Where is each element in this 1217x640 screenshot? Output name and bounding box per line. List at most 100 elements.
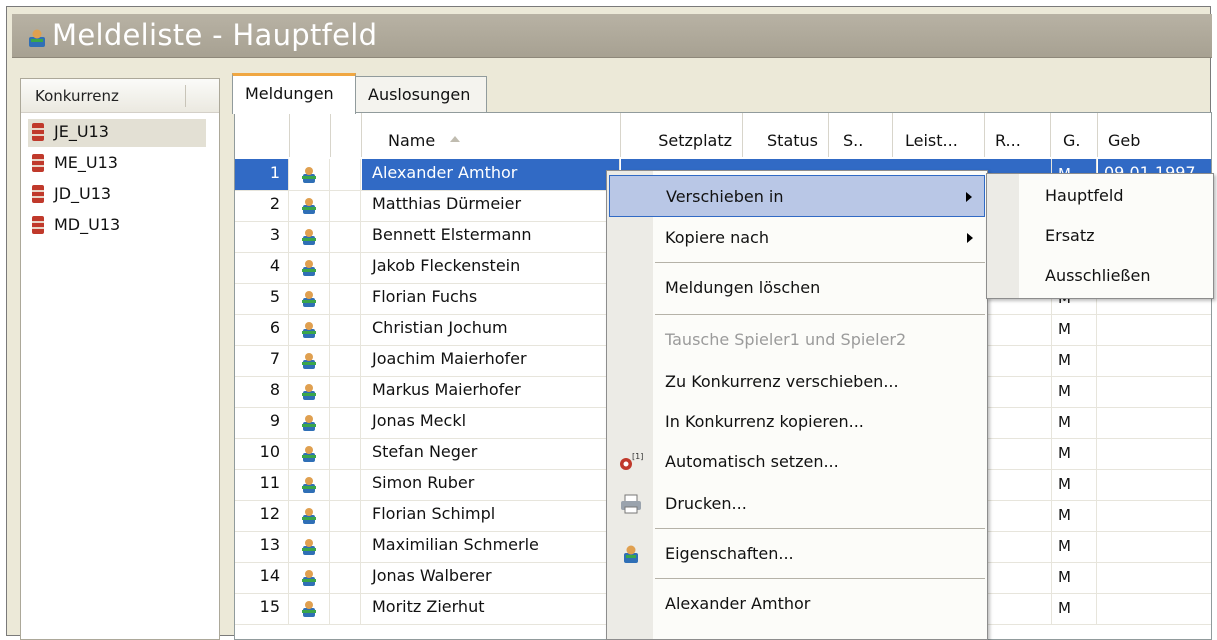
row-number: 7 [235,345,289,376]
konkurrenz-item-md-u13[interactable]: MD_U13 [28,212,206,240]
tab-meldungen[interactable]: Meldungen [232,73,356,114]
player-name: Jonas Meckl [362,407,620,438]
row-blank-cell [331,531,361,562]
submenu-item-ersatz[interactable]: Ersatz [989,217,1211,255]
player-name: Florian Fuchs [362,283,620,314]
konkurrenz-item-label: JE_U13 [54,122,109,141]
column-header-name[interactable]: Name [362,113,621,157]
menu-item-drucken[interactable]: Drucken... [609,483,985,525]
row-icon-cell [290,283,330,314]
column-header-leist[interactable]: Leist... [893,113,985,157]
konkurrenz-item-je-u13[interactable]: JE_U13 [28,119,206,147]
birthdate-cell [1098,314,1211,345]
row-number: 3 [235,221,289,252]
konkurrenz-header[interactable]: Konkurrenz [21,79,219,113]
player-name: Simon Ruber [362,469,620,500]
title-bar: Meldeliste - Hauptfeld [12,14,1212,58]
konkurrenz-item-jd-u13[interactable]: JD_U13 [28,181,206,209]
player-icon [302,446,316,462]
gender-cell: M [1051,500,1097,531]
row-number: 14 [235,562,289,593]
row-blank-cell [331,190,361,221]
sort-ascending-icon [450,136,460,142]
menu-item-in-konkurrenz-kopieren[interactable]: In Konkurrenz kopieren... [609,401,985,443]
row-icon-cell [290,314,330,345]
menu-item-verschieben-in[interactable]: Verschieben in [609,175,985,217]
submenu-item-label: Ausschließen [1045,266,1151,285]
birthdate-cell [1098,376,1211,407]
row-blank-cell [331,252,361,283]
menu-separator [655,528,985,529]
column-header-num[interactable] [235,113,290,157]
column-header-g[interactable]: G. [1051,113,1098,157]
row-icon-cell [290,159,330,190]
tab-auslosungen[interactable]: Auslosungen [355,76,487,112]
row-icon-cell [290,593,330,624]
konkurrenz-item-label: ME_U13 [54,153,118,172]
row-icon-cell [290,252,330,283]
column-header-r[interactable]: R... [985,113,1051,157]
submenu-item-ausschliessen[interactable]: Ausschließen [989,257,1211,295]
menu-item-label: Automatisch setzen... [665,452,839,471]
row-blank-cell [331,159,361,190]
player-name: Florian Schimpl [362,500,620,531]
menu-item-label: Meldungen löschen [665,278,821,297]
menu-separator [655,578,985,579]
row-blank-cell [331,221,361,252]
player-name: Jonas Walberer [362,562,620,593]
column-header-s[interactable]: S.. [829,113,893,157]
gender-cell: M [1051,562,1097,593]
row-icon-cell [290,407,330,438]
menu-item-kopiere-nach[interactable]: Kopiere nach [609,217,985,259]
database-icon [32,185,44,203]
row-blank-cell [331,469,361,500]
column-header-status[interactable]: Status [743,113,829,157]
row-icon-cell [290,190,330,221]
column-header-geb[interactable]: Geb [1098,113,1211,157]
database-icon [32,154,44,172]
menu-item-player-name[interactable]: Alexander Amthor [609,583,985,625]
player-name: Markus Maierhofer [362,376,620,407]
menu-item-eigenschaften[interactable]: Eigenschaften... [609,533,985,575]
player-icon [302,322,316,338]
submenu-verschieben-in: Hauptfeld Ersatz Ausschließen [986,173,1214,299]
tab-label: Meldungen [245,84,334,103]
birthdate-cell [1098,562,1211,593]
player-name: Joachim Maierhofer [362,345,620,376]
row-blank-cell [331,500,361,531]
menu-item-label: Drucken... [665,494,747,513]
player-icon [302,167,316,183]
column-header-icon[interactable] [290,113,331,157]
player-icon [302,570,316,586]
birthdate-cell [1098,593,1211,624]
player-icon [302,601,316,617]
player-name: Bennett Elstermann [362,221,620,252]
row-number: 9 [235,407,289,438]
column-header-setzplatz[interactable]: Setzplatz [621,113,743,157]
menu-item-label: Alexander Amthor [665,594,811,613]
auto-seed-badge: [1] [632,452,643,461]
konkurrenz-item-me-u13[interactable]: ME_U13 [28,150,206,178]
birthdate-cell [1098,469,1211,500]
menu-item-zu-konkurrenz-verschieben[interactable]: Zu Konkurrenz verschieben... [609,361,985,403]
row-number: 5 [235,283,289,314]
row-number: 2 [235,190,289,221]
player-icon [302,539,316,555]
column-header-blank[interactable] [331,113,362,157]
window-title: Meldeliste - Hauptfeld [52,18,378,52]
submenu-item-hauptfeld[interactable]: Hauptfeld [989,177,1211,215]
row-number: 11 [235,469,289,500]
gender-cell: M [1051,314,1097,345]
printer-icon [621,494,641,514]
row-number: 15 [235,593,289,624]
menu-item-meldungen-loeschen[interactable]: Meldungen löschen [609,267,985,309]
menu-item-label: Kopiere nach [665,228,769,247]
player-app-icon [29,29,45,47]
player-icon [302,260,316,276]
player-icon [302,384,316,400]
column-header-label: R... [995,131,1021,150]
row-number: 10 [235,438,289,469]
row-number: 6 [235,314,289,345]
menu-item-automatisch-setzen[interactable]: [1] Automatisch setzen... [609,441,985,483]
database-icon [32,216,44,234]
